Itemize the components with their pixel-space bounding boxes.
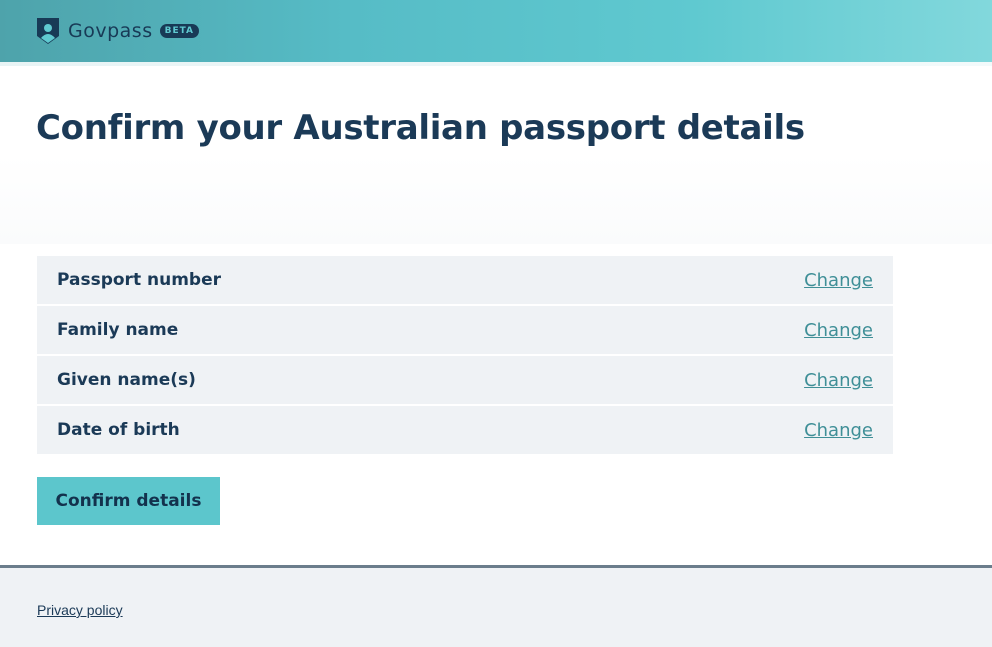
top-header-bar: Govpass BETA xyxy=(0,0,992,62)
brand-name: Govpass xyxy=(68,20,153,42)
change-family-name-link[interactable]: Change xyxy=(804,320,873,341)
change-passport-number-link[interactable]: Change xyxy=(804,270,873,291)
page-title: Confirm your Australian passport details xyxy=(36,108,805,148)
row-label: Passport number xyxy=(57,270,221,290)
privacy-policy-link[interactable]: Privacy policy xyxy=(37,602,123,618)
shield-person-icon xyxy=(37,18,59,44)
change-date-of-birth-link[interactable]: Change xyxy=(804,420,873,441)
beta-badge: BETA xyxy=(159,24,200,38)
summary-row-passport-number: Passport number Change xyxy=(37,256,893,304)
footer: Privacy policy xyxy=(0,565,992,647)
change-given-names-link[interactable]: Change xyxy=(804,370,873,391)
row-label: Family name xyxy=(57,320,179,340)
summary-row-date-of-birth: Date of birth Change xyxy=(37,406,893,454)
row-label: Date of birth xyxy=(57,420,180,440)
govpass-logo[interactable]: Govpass BETA xyxy=(36,17,200,45)
summary-row-family-name: Family name Change xyxy=(37,306,893,354)
passport-summary-list: Passport number Change Family name Chang… xyxy=(37,256,893,456)
hero-section xyxy=(0,66,992,244)
row-label: Given name(s) xyxy=(57,370,196,390)
summary-row-given-names: Given name(s) Change xyxy=(37,356,893,404)
confirm-details-button[interactable]: Confirm details xyxy=(37,477,220,525)
